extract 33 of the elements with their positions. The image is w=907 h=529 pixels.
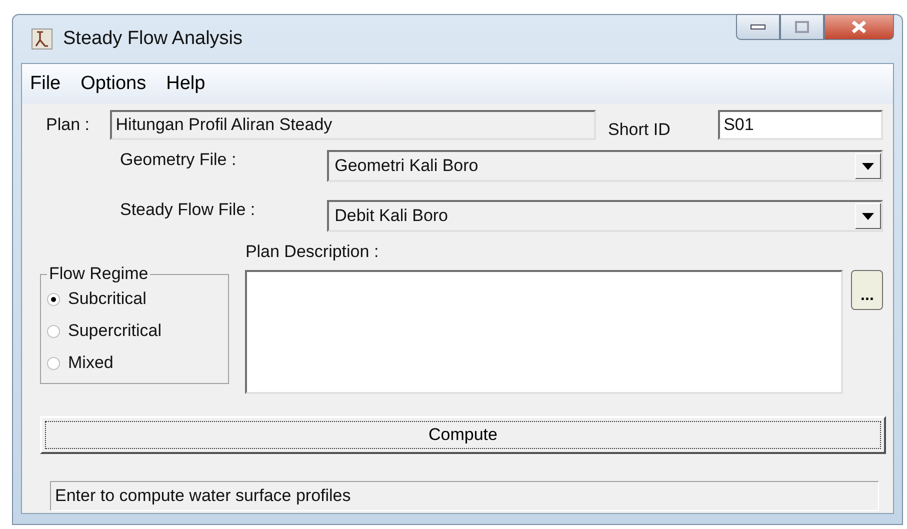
status-bar: Enter to compute water surface profiles	[50, 481, 879, 511]
close-icon	[851, 20, 867, 34]
compute-button[interactable]: Compute	[40, 416, 886, 454]
steady-flow-file-dropdown[interactable]: Debit Kali Boro	[326, 200, 883, 232]
flow-regime-title: Flow Regime	[48, 264, 150, 284]
close-button[interactable]	[824, 14, 894, 40]
app-icon	[31, 28, 53, 50]
radio-label: Supercritical	[68, 321, 162, 341]
dropdown-arrow-icon	[862, 212, 874, 220]
radio-button[interactable]	[47, 356, 60, 370]
plan-field[interactable]: Hitungan Profil Aliran Steady	[110, 110, 596, 140]
minimize-icon	[750, 24, 766, 30]
geometry-file-dropdown[interactable]: Geometri Kali Boro	[326, 150, 883, 182]
radio-button[interactable]	[47, 292, 60, 306]
geometry-file-label: Geometry File :	[120, 150, 238, 170]
minimize-button[interactable]	[736, 14, 780, 40]
maximize-button[interactable]	[780, 14, 824, 40]
plan-description-field[interactable]	[245, 270, 844, 394]
radio-label: Subcritical	[68, 289, 146, 309]
maximize-icon	[795, 21, 809, 33]
window-title: Steady Flow Analysis	[63, 28, 243, 50]
menu-item[interactable]: Options	[80, 73, 146, 95]
dropdown-arrow-icon	[862, 162, 874, 170]
radio-label: Mixed	[68, 353, 114, 373]
browse-button[interactable]: ...	[851, 270, 883, 310]
short-id-field[interactable]: S01	[718, 110, 884, 140]
short-id-label: Short ID	[608, 120, 672, 140]
menu-item[interactable]: File	[30, 73, 61, 95]
plan-label: Plan :	[46, 115, 90, 135]
menu-item[interactable]: Help	[166, 73, 206, 95]
plan-description-label: Plan Description :	[245, 242, 380, 263]
radio-button[interactable]	[47, 324, 60, 338]
steady-flow-file-label: Steady Flow File :	[120, 200, 256, 220]
